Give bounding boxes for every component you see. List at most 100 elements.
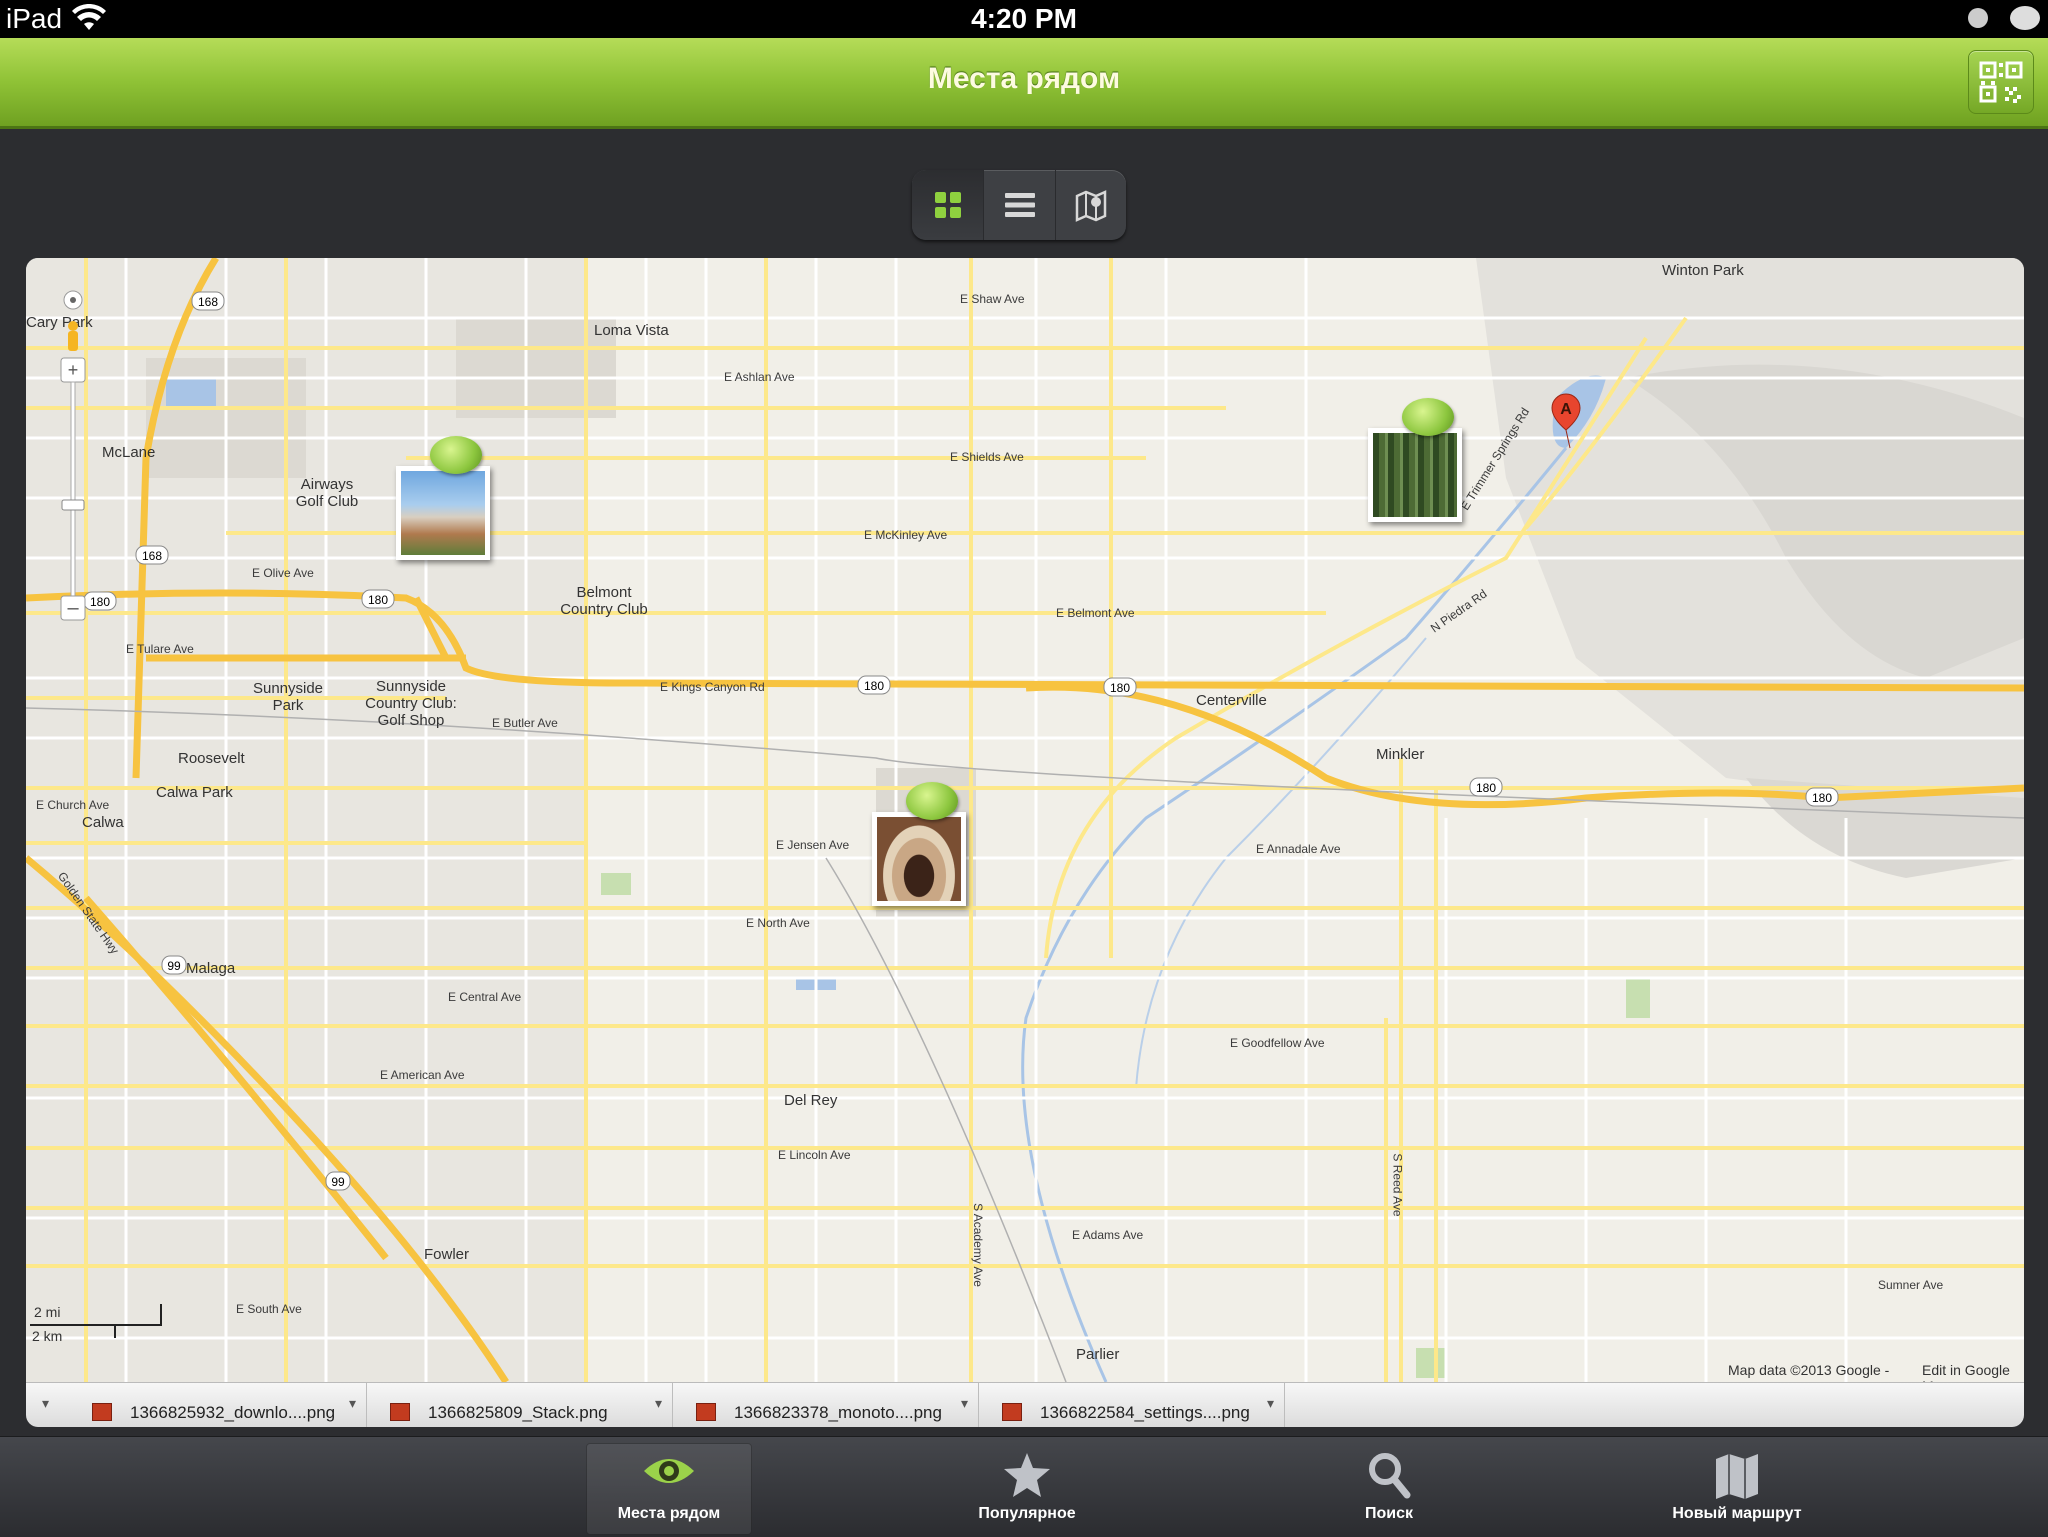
route-map-icon [1716, 1454, 1758, 1499]
chevron-down-icon[interactable]: ▾ [655, 1395, 662, 1412]
chevron-down-icon[interactable]: ▾ [1267, 1395, 1274, 1412]
road-label: E Jensen Ave [776, 838, 850, 852]
place-label: Winton Park [1662, 262, 1744, 279]
pegman-icon [68, 321, 78, 351]
image-file-icon [696, 1403, 716, 1421]
place-label: Airways Golf Club [295, 476, 359, 510]
road-label: E Ashlan Ave [724, 370, 795, 384]
road-label: E Church Ave [36, 798, 110, 812]
tab-nearby[interactable]: Места рядом [586, 1443, 752, 1535]
tab-bar: Места рядом Популярное Поиск Новый маршр… [0, 1436, 2048, 1537]
place-label: Calwa Park [156, 784, 233, 801]
download-bar: ▾ 1366825932_downlo....png ▾ 1366825809_… [26, 1382, 2024, 1427]
grid-view-icon [934, 192, 961, 218]
place-label: Fowler [424, 1246, 470, 1263]
edit-in-google-maps-link[interactable]: Edit in Google M [1916, 1362, 2024, 1382]
place-label: Roosevelt [178, 750, 245, 767]
download-item[interactable]: 1366825809_Stack.png ▾ [366, 1383, 673, 1427]
svg-text:A: A [1560, 401, 1572, 418]
status-time: 4:20 PM [971, 3, 1077, 34]
chevron-down-icon[interactable]: ▾ [42, 1395, 49, 1412]
image-file-icon [390, 1403, 410, 1421]
place-photo [1373, 433, 1457, 517]
road-label: E Olive Ave [252, 566, 314, 580]
star-icon [1004, 1453, 1050, 1497]
download-item[interactable]: 1366823378_monoto....png ▾ [672, 1383, 979, 1427]
svg-text:+: + [68, 360, 79, 380]
road-label: S Academy Ave [970, 1203, 985, 1287]
image-file-icon [92, 1403, 112, 1421]
tab-popular[interactable]: Популярное [944, 1443, 1110, 1535]
highway-shield-168: 168 [198, 295, 218, 309]
qr-scan-button[interactable] [1968, 50, 2034, 114]
road-label: E Butler Ave [492, 716, 558, 730]
tab-search[interactable]: Поиск [1306, 1443, 1472, 1535]
place-label: Calwa [82, 814, 124, 831]
map-view[interactable]: 168 168 180 180 180 180 180 180 99 99 A … [26, 258, 2024, 1382]
road-label: E Kings Canyon Rd [660, 680, 765, 694]
page-title: Места рядом [927, 62, 1121, 95]
road-label: E Central Ave [448, 990, 522, 1004]
list-view-button[interactable] [984, 170, 1056, 240]
place-photo [401, 471, 485, 555]
battery-icon [2010, 6, 2040, 30]
grid-view-button[interactable] [912, 170, 984, 240]
svg-text:99: 99 [331, 1175, 345, 1189]
place-label: Del Rey [784, 1092, 838, 1109]
road-label: E American Ave [380, 1068, 465, 1082]
nav-bar: Места рядом [0, 38, 2048, 129]
place-label: Sunnyside Park [252, 680, 324, 714]
road-label: E Belmont Ave [1056, 606, 1135, 620]
place-photo-pin[interactable] [872, 782, 970, 906]
place-photo [877, 817, 961, 901]
road-label: E Shields Ave [950, 450, 1024, 464]
place-label: Sunnyside Country Club: Golf Shop [365, 678, 457, 729]
road-label: E North Ave [746, 916, 810, 930]
green-pin-icon [1402, 398, 1454, 436]
download-item[interactable]: 1366825932_downlo....png ▾ [60, 1383, 367, 1427]
road-label: E Adams Ave [1072, 1228, 1144, 1242]
road-label: E Annadale Ave [1256, 842, 1341, 856]
place-photo-pin[interactable] [1368, 398, 1466, 522]
map-scale: 2 mi [30, 1304, 162, 1326]
place-label: Belmont Country Club [560, 584, 648, 618]
road-label: E Goodfellow Ave [1230, 1036, 1325, 1050]
road-label: E Tulare Ave [126, 642, 194, 656]
svg-text:99: 99 [167, 959, 181, 973]
clock-icon [1968, 8, 1988, 28]
place-label: Centerville [1196, 692, 1267, 709]
status-bar: iPad 4:20 PM [0, 0, 2048, 38]
green-pin-icon [906, 782, 958, 820]
map-base-layer: 168 168 180 180 180 180 180 180 99 99 A [26, 258, 2024, 1382]
place-label: Minkler [1376, 746, 1425, 763]
road-label: E Shaw Ave [960, 292, 1025, 306]
download-item[interactable]: 1366822584_settings....png ▾ [978, 1383, 1285, 1427]
svg-text:180: 180 [90, 595, 110, 609]
place-photo-pin[interactable] [396, 436, 494, 560]
eye-icon [644, 1459, 694, 1483]
svg-text:168: 168 [142, 549, 162, 563]
svg-text:180: 180 [1110, 681, 1130, 695]
image-file-icon [1002, 1403, 1022, 1421]
search-icon [1369, 1453, 1411, 1499]
view-switcher [912, 170, 1126, 240]
place-label: Loma Vista [594, 322, 669, 339]
road-label: Sumner Ave [1878, 1278, 1944, 1292]
place-label: Parlier [1076, 1346, 1120, 1363]
chevron-down-icon[interactable]: ▾ [349, 1395, 356, 1412]
tab-new-route[interactable]: Новый маршрут [1654, 1443, 1820, 1535]
green-pin-icon [430, 436, 482, 474]
zoom-control[interactable]: + – [60, 288, 86, 628]
list-view-icon [1004, 193, 1035, 217]
map-attribution: Map data ©2013 Google - [1728, 1362, 1890, 1378]
svg-text:–: – [67, 597, 79, 619]
svg-text:180: 180 [1476, 781, 1496, 795]
svg-text:180: 180 [864, 679, 884, 693]
place-label: Malaga [186, 960, 236, 977]
svg-text:180: 180 [368, 593, 388, 607]
map-scale-km: 2 km [32, 1328, 63, 1344]
map-view-icon [1075, 190, 1106, 222]
qr-code-icon [1979, 61, 2023, 103]
map-view-button[interactable] [1055, 170, 1126, 240]
chevron-down-icon[interactable]: ▾ [961, 1395, 968, 1412]
